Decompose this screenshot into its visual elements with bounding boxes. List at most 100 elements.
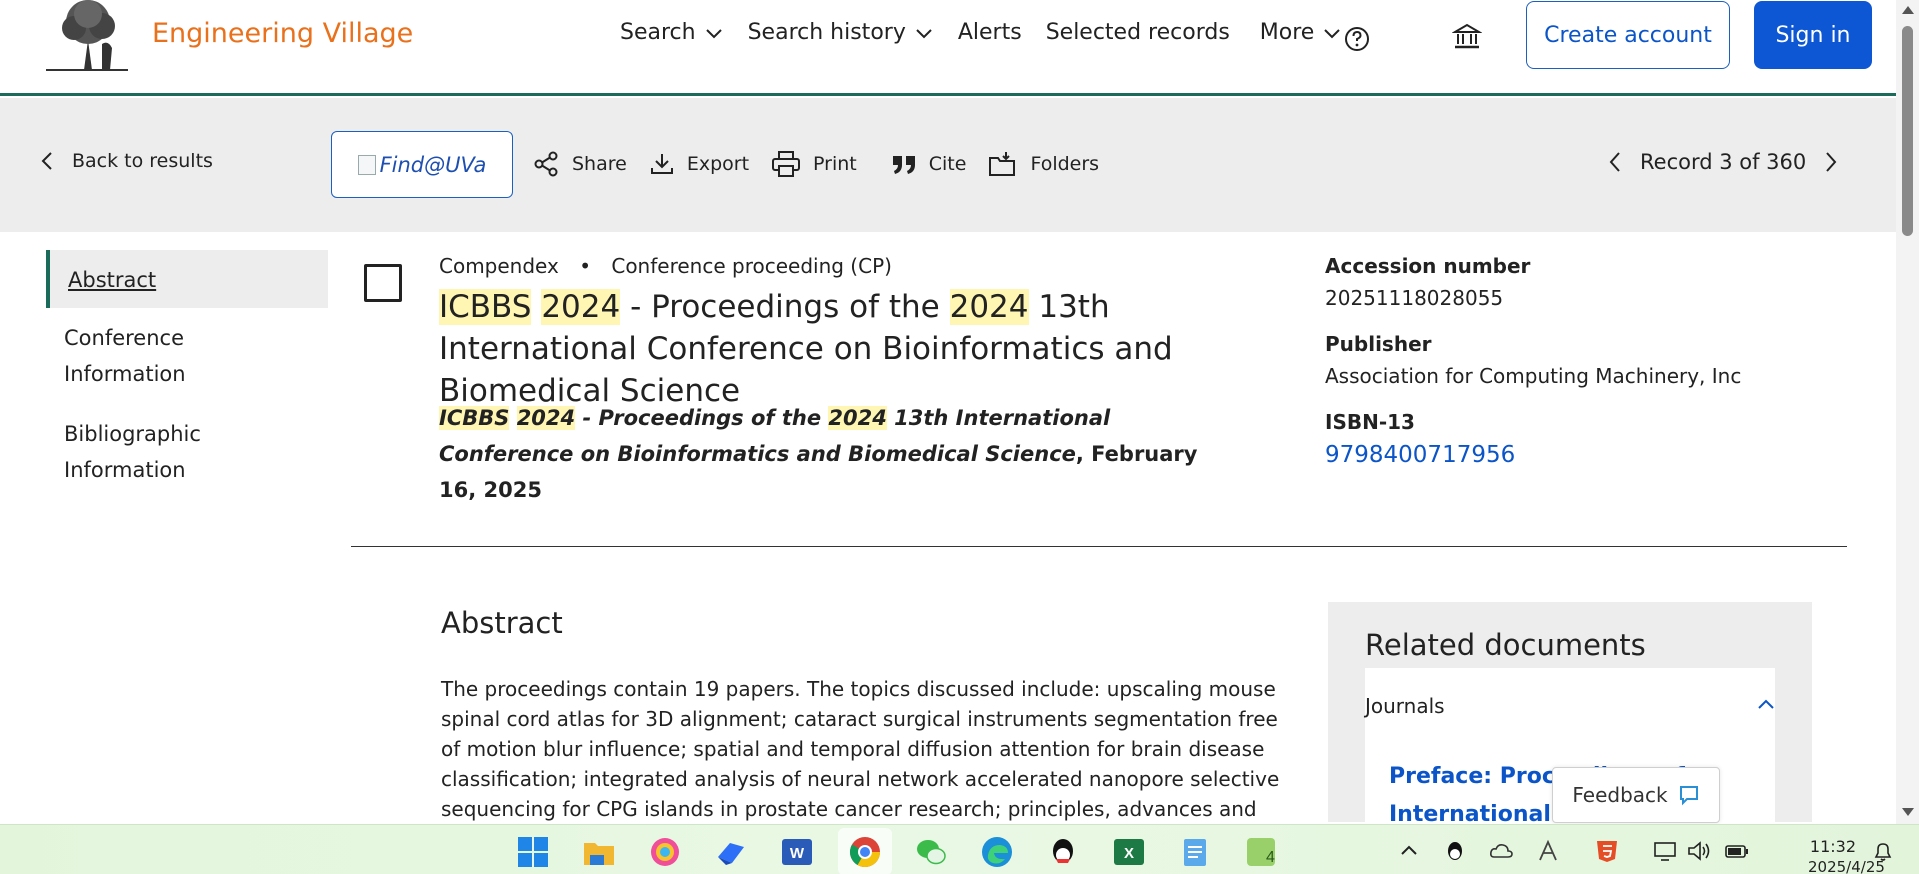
clock-time: 11:32 bbox=[1809, 837, 1856, 856]
volume-icon[interactable] bbox=[1686, 839, 1712, 863]
related-documents-heading: Related documents bbox=[1365, 628, 1646, 662]
previous-record-icon[interactable] bbox=[1608, 151, 1622, 173]
elsevier-tree-logo[interactable] bbox=[44, 0, 130, 72]
institution-icon[interactable] bbox=[1452, 22, 1482, 52]
title-highlight: 2024 bbox=[541, 289, 621, 325]
share-button[interactable]: Share bbox=[532, 150, 627, 178]
back-to-results-label: Back to results bbox=[72, 150, 213, 172]
find-at-uva-button[interactable]: Find@UVa bbox=[331, 131, 513, 198]
chat-bubble-icon bbox=[1679, 786, 1698, 806]
scrollbar-thumb[interactable] bbox=[1902, 26, 1913, 236]
folders-button[interactable]: Folders bbox=[988, 150, 1099, 178]
nav-search-history-label: Search history bbox=[747, 20, 906, 45]
share-label: Share bbox=[572, 153, 627, 175]
windows-taskbar: W X 4 11:32 2025/4/25 bbox=[0, 824, 1919, 874]
battery-icon[interactable] bbox=[1724, 839, 1750, 863]
isbn-link[interactable]: 9798400717956 bbox=[1325, 442, 1825, 468]
cloud-icon[interactable] bbox=[1488, 839, 1514, 863]
chevron-down-icon bbox=[916, 28, 932, 38]
feedback-button[interactable]: Feedback bbox=[1552, 767, 1720, 823]
download-icon bbox=[650, 154, 673, 174]
journals-section-label[interactable]: Journals bbox=[1365, 694, 1445, 718]
font-icon[interactable] bbox=[1535, 839, 1561, 863]
chevron-up-icon[interactable] bbox=[1396, 839, 1422, 863]
app-4-icon[interactable]: 4 bbox=[1244, 835, 1278, 869]
export-button[interactable]: Export bbox=[649, 151, 749, 177]
nav-search-history[interactable]: Search history bbox=[748, 20, 934, 45]
record-details: Accession number 20251118028055 Publishe… bbox=[1325, 254, 1825, 490]
select-record-checkbox[interactable] bbox=[364, 264, 402, 302]
qq-icon[interactable] bbox=[1046, 835, 1080, 869]
publisher-label: Publisher bbox=[1325, 332, 1432, 356]
share-icon bbox=[534, 151, 558, 177]
main-nav: Search Search history Alerts Selected re… bbox=[620, 20, 1366, 45]
section-link-bibliographic-information[interactable]: Bibliographic Information bbox=[46, 404, 328, 500]
source-highlight: 2024 bbox=[516, 406, 576, 430]
nav-more-label: More bbox=[1259, 20, 1315, 45]
wechat-icon[interactable] bbox=[914, 835, 948, 869]
section-link-abstract[interactable]: Abstract bbox=[46, 250, 328, 308]
chevron-up-icon[interactable] bbox=[1757, 698, 1775, 710]
print-button[interactable]: Print bbox=[771, 150, 857, 178]
excel-icon[interactable]: X bbox=[1112, 835, 1146, 869]
feedback-label: Feedback bbox=[1572, 783, 1668, 807]
section-link-conference-information[interactable]: Conference Information bbox=[46, 308, 328, 404]
network-icon[interactable] bbox=[1652, 839, 1678, 863]
next-record-icon[interactable] bbox=[1824, 151, 1838, 173]
color-app-icon[interactable] bbox=[648, 835, 682, 869]
scroll-down-arrow-icon[interactable] bbox=[1902, 808, 1914, 816]
export-label: Export bbox=[686, 153, 750, 175]
taskbar-clock[interactable]: 11:32 2025/4/25 bbox=[1808, 837, 1885, 874]
record-toolbar: Back to results Find@UVa Share Export Pr… bbox=[0, 98, 1896, 232]
database-name: Compendex bbox=[439, 254, 559, 278]
nav-more[interactable]: More bbox=[1260, 20, 1343, 45]
chrome-icon[interactable] bbox=[848, 835, 882, 869]
source-highlight: 2024 bbox=[828, 406, 887, 430]
help-icon[interactable] bbox=[1344, 26, 1370, 52]
record-pager: Record 3 of 360 bbox=[1590, 150, 1856, 174]
title-text: - Proceedings of the bbox=[620, 289, 950, 325]
folders-label: Folders bbox=[1030, 153, 1100, 175]
printer-icon bbox=[772, 151, 801, 177]
file-explorer-icon[interactable] bbox=[582, 835, 616, 869]
windows-start-icon[interactable] bbox=[516, 835, 550, 869]
chevron-down-icon bbox=[705, 28, 722, 38]
edge-icon[interactable] bbox=[980, 835, 1014, 869]
record-actions: Share Export Print Cite Folders bbox=[532, 150, 1121, 178]
source-text: - Proceedings of the bbox=[575, 406, 829, 430]
qq-tray-icon[interactable] bbox=[1442, 839, 1468, 863]
sign-in-button[interactable]: Sign in bbox=[1754, 1, 1872, 69]
broken-image-icon bbox=[357, 154, 376, 175]
create-account-button[interactable]: Create account bbox=[1526, 1, 1730, 69]
feishu-icon[interactable] bbox=[714, 835, 748, 869]
abstract-text: The proceedings contain 19 papers. The t… bbox=[441, 677, 1280, 821]
back-to-results-link[interactable]: Back to results bbox=[40, 150, 213, 172]
notepad-icon[interactable] bbox=[1178, 835, 1212, 869]
record-section-nav: Abstract Conference Information Bibliogr… bbox=[46, 250, 328, 500]
html5-icon[interactable] bbox=[1594, 839, 1620, 863]
nav-alerts[interactable]: Alerts bbox=[958, 20, 1022, 45]
section-divider bbox=[351, 546, 1847, 547]
scroll-up-arrow-icon[interactable] bbox=[1902, 6, 1914, 14]
record-meta: Compendex • Conference proceeding (CP) bbox=[439, 254, 892, 278]
folder-icon bbox=[989, 152, 1016, 176]
cite-label: Cite bbox=[928, 153, 967, 175]
nav-search[interactable]: Search bbox=[620, 20, 724, 45]
word-icon[interactable]: W bbox=[780, 835, 814, 869]
title-highlight: ICBBS bbox=[439, 289, 532, 325]
publisher-value: Association for Computing Machinery, Inc bbox=[1325, 364, 1742, 388]
notification-icon[interactable] bbox=[1870, 839, 1896, 863]
svg-text:W: W bbox=[790, 845, 805, 862]
cite-button[interactable]: Cite bbox=[891, 152, 967, 176]
chevron-down-icon bbox=[1324, 28, 1341, 38]
brand-name[interactable]: Engineering Village bbox=[152, 18, 413, 49]
source-highlight: ICBBS bbox=[439, 406, 510, 430]
accession-number-label: Accession number bbox=[1325, 254, 1531, 278]
record-title: ICBBS 2024 - Proceedings of the 2024 13t… bbox=[439, 286, 1259, 412]
separator-dot: • bbox=[579, 254, 591, 278]
svg-text:4: 4 bbox=[1266, 849, 1275, 866]
page-scrollbar[interactable] bbox=[1896, 0, 1919, 824]
nav-selected-records[interactable]: Selected records bbox=[1046, 20, 1230, 45]
title-highlight: 2024 bbox=[949, 289, 1029, 325]
record-source: ICBBS 2024 - Proceedings of the 2024 13t… bbox=[439, 400, 1219, 508]
